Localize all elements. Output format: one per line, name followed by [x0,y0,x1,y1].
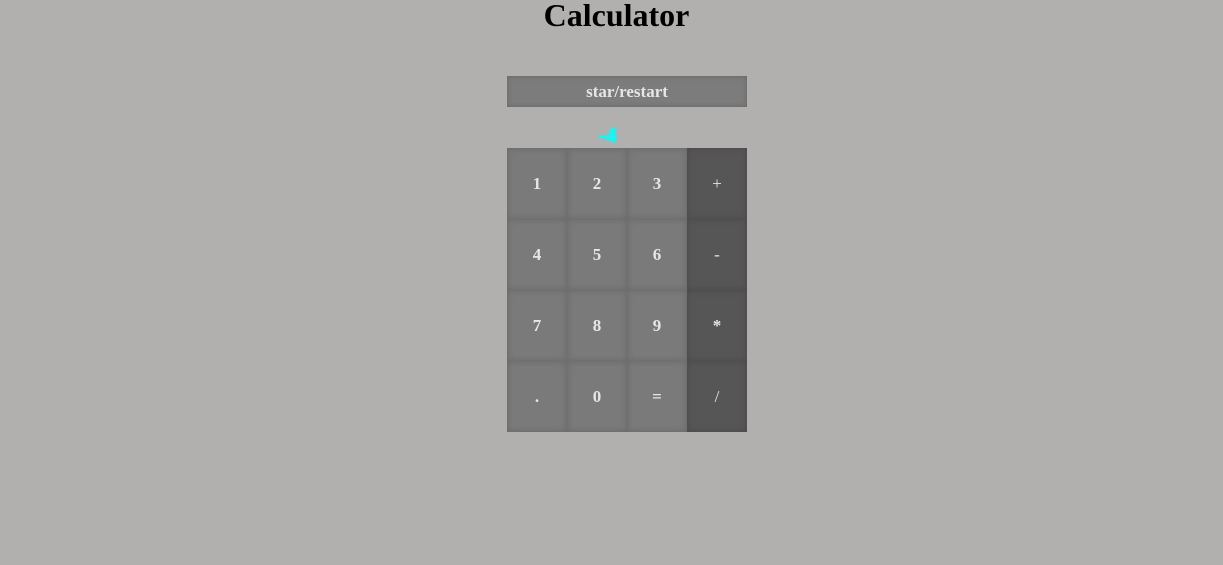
key-decimal[interactable]: . [507,361,567,432]
key-divide[interactable]: / [687,361,747,432]
key-add[interactable]: + [687,148,747,219]
key-7[interactable]: 7 [507,290,567,361]
start-restart-button[interactable]: star/restart [507,76,747,107]
key-subtract[interactable]: - [687,219,747,290]
key-9[interactable]: 9 [627,290,687,361]
calculator-page: Calculator star/restart -4 1 2 3 + 4 5 6… [0,0,1223,565]
key-1[interactable]: 1 [507,148,567,219]
key-8[interactable]: 8 [567,290,627,361]
key-equals[interactable]: = [627,361,687,432]
page-title: Calculator [543,0,690,33]
key-multiply[interactable]: * [687,290,747,361]
key-2[interactable]: 2 [567,148,627,219]
key-5[interactable]: 5 [567,219,627,290]
calculator-display: -4 [597,122,617,147]
key-0[interactable]: 0 [567,361,627,432]
key-4[interactable]: 4 [507,219,567,290]
key-6[interactable]: 6 [627,219,687,290]
keypad: 1 2 3 + 4 5 6 - 7 8 9 * . 0 = / [507,148,747,432]
key-3[interactable]: 3 [627,148,687,219]
